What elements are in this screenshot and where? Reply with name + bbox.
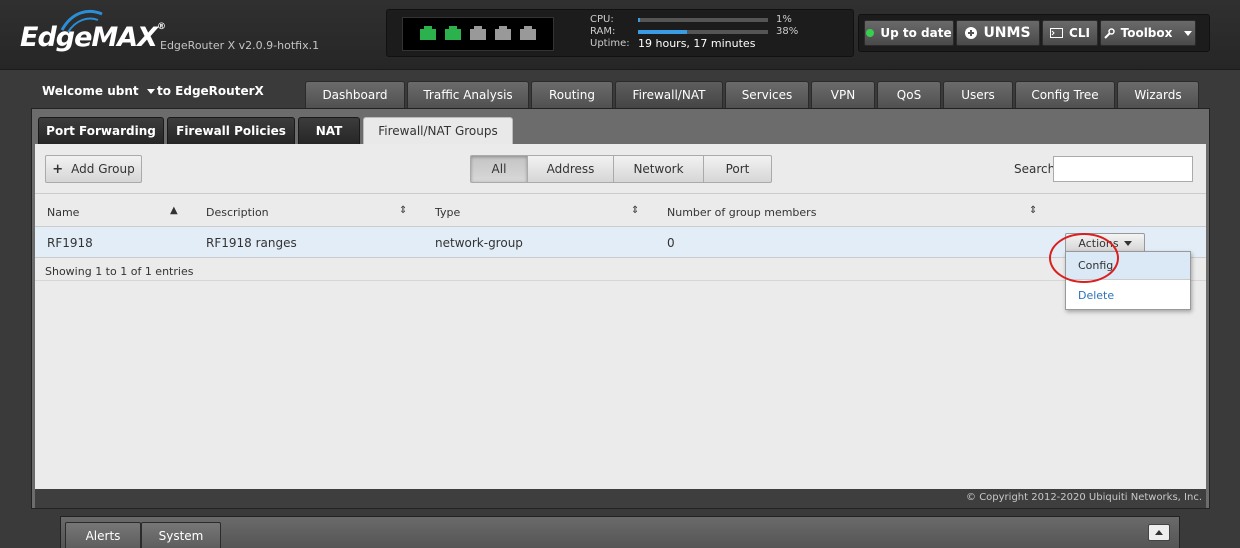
table-row[interactable]: RF1918 RF1918 ranges network-group 0 Act… xyxy=(35,227,1206,258)
uptime-label: Uptime: xyxy=(590,38,630,49)
ram-value: 38% xyxy=(776,26,799,37)
tab-services[interactable]: Services xyxy=(725,81,809,108)
alerts-tab[interactable]: Alerts xyxy=(65,522,141,548)
ethernet-port-icon xyxy=(470,25,486,40)
tab-dashboard[interactable]: Dashboard xyxy=(305,81,405,108)
ram-label: RAM: xyxy=(590,26,616,37)
welcome-label: Welcome ubnt xyxy=(42,84,139,98)
cpu-label: CPU: xyxy=(590,14,614,25)
ethernet-port-icon xyxy=(520,25,536,40)
cli-label: CLI xyxy=(1069,26,1090,40)
router-name: to EdgeRouterX xyxy=(157,84,264,98)
tab-config-tree[interactable]: Config Tree xyxy=(1015,81,1115,108)
ram-bar xyxy=(638,30,768,34)
sort-both-icon[interactable]: ⇕ xyxy=(399,205,407,216)
filter-all[interactable]: All xyxy=(470,155,528,183)
main-tabs: Dashboard Traffic Analysis Routing Firewall… xyxy=(305,81,1199,108)
cell-members: 0 xyxy=(667,236,675,250)
user-menu[interactable]: Welcome ubnt xyxy=(42,84,155,98)
subtab-firewall-policies[interactable]: Firewall Policies xyxy=(167,117,295,144)
sort-both-icon[interactable]: ⇕ xyxy=(631,205,639,216)
cell-name: RF1918 xyxy=(47,236,93,250)
tab-qos[interactable]: QoS xyxy=(877,81,941,108)
filter-address[interactable]: Address xyxy=(528,155,614,183)
cell-type: network-group xyxy=(435,236,523,250)
subtab-nat[interactable]: NAT xyxy=(298,117,360,144)
sub-tabs: Port Forwarding Firewall Policies NAT Firew… xyxy=(38,117,513,144)
actions-button[interactable]: Actions xyxy=(1065,233,1145,253)
toolbox-label: Toolbox xyxy=(1120,26,1173,40)
plus-circle-icon xyxy=(965,27,978,39)
edgemax-logo: EdgeMAX® xyxy=(20,22,166,53)
search-label: Search xyxy=(1014,162,1056,176)
ethernet-port-icon xyxy=(420,25,436,40)
status-dot-icon xyxy=(866,29,875,37)
subtab-port-forwarding[interactable]: Port Forwarding xyxy=(38,117,164,144)
footer: © Copyright 2012-2020 Ubiquiti Networks,… xyxy=(35,489,1206,508)
up-to-date-label: Up to date xyxy=(880,26,952,40)
group-type-filter: All Address Network Port xyxy=(470,155,772,183)
filter-network[interactable]: Network xyxy=(614,155,704,183)
ethernet-port-icon xyxy=(445,25,461,40)
column-header-type[interactable]: Type xyxy=(435,206,460,219)
copyright-text: © Copyright 2012-2020 Ubiquiti Networks,… xyxy=(966,492,1202,503)
plus-icon: + xyxy=(52,161,64,177)
firmware-version: EdgeRouter X v2.0.9-hotfix.1 xyxy=(160,39,320,52)
tab-users[interactable]: Users xyxy=(943,81,1013,108)
filter-port[interactable]: Port xyxy=(704,155,772,183)
port-status-panel xyxy=(402,17,554,51)
ram-bar-fill xyxy=(638,30,688,34)
entries-info: Showing 1 to 1 of 1 entries xyxy=(45,265,194,278)
content-panel: Port Forwarding Firewall Policies NAT Firew… xyxy=(31,108,1210,509)
cpu-bar xyxy=(638,18,768,22)
add-group-button[interactable]: + Add Group xyxy=(45,155,142,183)
column-header-members[interactable]: Number of group members xyxy=(667,206,816,219)
cpu-stat: CPU: 1% xyxy=(590,14,798,26)
groups-content: + Add Group All Address Network Port Search… xyxy=(35,144,1206,489)
top-header: EdgeMAX® EdgeRouter X v2.0.9-hotfix.1 CP… xyxy=(0,0,1240,70)
actions-label: Actions xyxy=(1078,236,1119,250)
unms-label: UNMS xyxy=(983,25,1031,41)
add-group-label: Add Group xyxy=(71,162,135,176)
table-info: Showing 1 to 1 of 1 entries xyxy=(35,259,1206,281)
ethernet-port-icon xyxy=(495,25,511,40)
tab-firewall-nat[interactable]: Firewall/NAT xyxy=(615,81,723,108)
tab-routing[interactable]: Routing xyxy=(531,81,613,108)
config-menu-item[interactable]: Config xyxy=(1066,252,1190,280)
tab-wizards[interactable]: Wizards xyxy=(1117,81,1199,108)
header-button-group: Up to date UNMS CLI Toolbox xyxy=(858,14,1210,52)
sort-asc-icon[interactable]: ▲ xyxy=(170,205,178,216)
column-header-description[interactable]: Description xyxy=(206,206,269,219)
subtab-firewall-nat-groups[interactable]: Firewall/NAT Groups xyxy=(363,117,513,144)
system-tab[interactable]: System xyxy=(141,522,221,548)
search-input[interactable] xyxy=(1053,156,1193,182)
tab-vpn[interactable]: VPN xyxy=(811,81,875,108)
terminal-icon xyxy=(1050,28,1064,38)
cell-description: RF1918 ranges xyxy=(206,236,297,250)
column-header-name[interactable]: Name xyxy=(47,206,79,219)
table-toolbar: + Add Group All Address Network Port Search xyxy=(35,144,1206,194)
toolbox-button[interactable]: Toolbox xyxy=(1100,20,1196,46)
tab-traffic-analysis[interactable]: Traffic Analysis xyxy=(407,81,529,108)
uptime-value: 19 hours, 17 minutes xyxy=(638,37,756,50)
uptime-stat: Uptime: 19 hours, 17 minutes xyxy=(590,38,798,50)
chevron-up-icon xyxy=(1155,530,1163,535)
bottom-bar: Alerts System xyxy=(60,516,1180,548)
system-stats: CPU: 1% RAM: 38% Uptime: 19 hours, 17 mi… xyxy=(590,14,798,50)
wrench-icon xyxy=(1103,27,1115,39)
chevron-down-icon xyxy=(1123,240,1132,246)
expand-panel-button[interactable] xyxy=(1148,524,1170,541)
cpu-bar-fill xyxy=(638,18,640,22)
cli-button[interactable]: CLI xyxy=(1042,20,1098,46)
delete-menu-item[interactable]: Delete xyxy=(1066,281,1190,309)
chevron-down-icon xyxy=(1184,30,1193,36)
cpu-value: 1% xyxy=(776,14,792,25)
chevron-down-icon xyxy=(146,89,155,94)
unms-button[interactable]: UNMS xyxy=(956,20,1040,46)
actions-dropdown-menu: Config Delete xyxy=(1065,251,1191,310)
sort-both-icon[interactable]: ⇕ xyxy=(1029,205,1037,216)
up-to-date-button[interactable]: Up to date xyxy=(864,20,954,46)
table-header: Name ▲ Description ⇕ Type ⇕ Number of gr… xyxy=(35,195,1206,227)
